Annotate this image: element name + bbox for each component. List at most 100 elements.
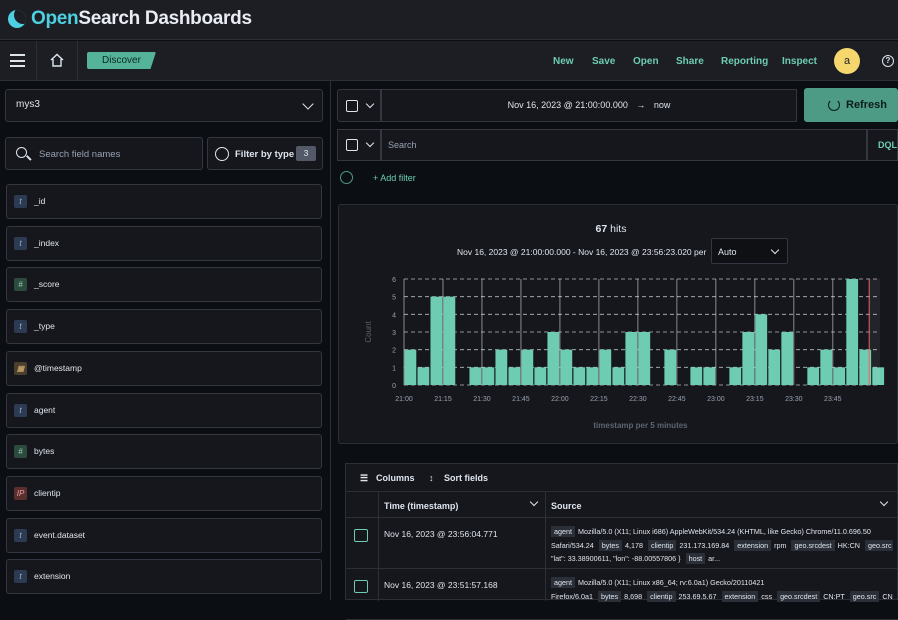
- source-field-value: 4,178: [624, 540, 643, 550]
- chevron-down-icon: [302, 98, 314, 110]
- bar[interactable]: [807, 367, 820, 385]
- date-start[interactable]: Nov 16, 2023 @ 21:00:00.000: [508, 100, 628, 110]
- field-item[interactable]: IP clientip: [6, 475, 322, 511]
- bar[interactable]: [417, 367, 430, 385]
- main-panel: Nov 16, 2023 @ 21:00:00.000 → now Refres…: [332, 81, 898, 620]
- date-type-icon: ▦: [14, 361, 27, 375]
- chevron-down-icon[interactable]: [879, 497, 889, 507]
- bar[interactable]: [664, 349, 677, 385]
- help-icon[interactable]: ?: [882, 55, 894, 67]
- string-type-icon: t: [14, 570, 27, 584]
- string-type-icon: t: [14, 528, 27, 542]
- refresh-button[interactable]: Refresh: [804, 88, 898, 122]
- filter-count-badge: 3: [296, 146, 316, 161]
- bar[interactable]: [534, 367, 547, 385]
- share-button[interactable]: Share: [676, 56, 704, 67]
- bar[interactable]: [547, 332, 560, 385]
- bar[interactable]: [703, 367, 716, 385]
- column-header-time[interactable]: Time (timestamp): [384, 501, 458, 511]
- source-field-key: agent: [551, 577, 575, 588]
- bar[interactable]: [729, 367, 742, 385]
- field-name: _type: [34, 321, 55, 332]
- field-item[interactable]: t _index: [6, 225, 322, 261]
- field-name: extension: [34, 571, 71, 582]
- bar[interactable]: [443, 296, 456, 385]
- date-quick-menu[interactable]: [337, 89, 381, 122]
- bar[interactable]: [482, 367, 495, 385]
- filter-icon: [215, 147, 229, 161]
- interval-select[interactable]: Auto: [711, 238, 788, 264]
- arrow-right-icon: →: [636, 100, 646, 110]
- bar[interactable]: [612, 367, 625, 385]
- filter-by-type-button[interactable]: Filter by type 3: [207, 137, 323, 170]
- bar[interactable]: [833, 367, 846, 385]
- menu-icon[interactable]: [10, 54, 25, 67]
- field-item[interactable]: # bytes: [6, 434, 322, 470]
- source-field-value: 253.69.5.67: [678, 591, 717, 601]
- bar[interactable]: [521, 349, 534, 385]
- open-button[interactable]: Open: [633, 56, 659, 67]
- x-tick-label: 22:00: [551, 396, 569, 403]
- saved-query-menu[interactable]: [337, 129, 381, 161]
- filter-options-icon[interactable]: [340, 171, 353, 184]
- bar[interactable]: [404, 349, 417, 385]
- field-item[interactable]: t _type: [6, 309, 322, 345]
- save-button[interactable]: Save: [592, 56, 615, 67]
- bar[interactable]: [755, 314, 768, 385]
- source-field-value: rpm: [774, 540, 787, 550]
- breadcrumb-discover[interactable]: Discover: [87, 52, 156, 69]
- x-tick-label: 21:00: [395, 396, 413, 403]
- field-search-input[interactable]: Search field names: [5, 137, 203, 170]
- field-item[interactable]: t event.dataset: [6, 517, 322, 553]
- bar[interactable]: [430, 296, 443, 385]
- date-end[interactable]: now: [654, 100, 671, 110]
- bar[interactable]: [820, 349, 833, 385]
- bar[interactable]: [469, 367, 482, 385]
- field-item[interactable]: ▦ @timestamp: [6, 350, 322, 386]
- home-icon[interactable]: [50, 53, 64, 67]
- opensearch-logo[interactable]: OpenSearch Dashboards: [8, 8, 252, 30]
- expand-document-icon[interactable]: [354, 580, 368, 593]
- sort-fields-button[interactable]: Sort fields: [444, 473, 488, 483]
- bar[interactable]: [690, 367, 703, 385]
- field-item[interactable]: # _score: [6, 267, 322, 303]
- index-pattern-select[interactable]: mys3: [5, 89, 323, 122]
- nav-bar: Discover New Save Open Share Reporting I…: [0, 41, 898, 81]
- expand-document-icon[interactable]: [354, 529, 368, 542]
- field-item[interactable]: t agent: [6, 392, 322, 428]
- source-field-key: host: [685, 553, 706, 565]
- field-item[interactable]: t extension: [6, 559, 322, 595]
- new-button[interactable]: New: [553, 56, 574, 67]
- bar[interactable]: [638, 332, 651, 385]
- bar[interactable]: [508, 367, 521, 385]
- add-filter-button[interactable]: + Add filter: [373, 173, 416, 183]
- bar[interactable]: [573, 367, 586, 385]
- table-row: Nov 16, 2023 @ 23:56:04.771 agent Mozilla/…: [346, 519, 898, 569]
- column-header-source[interactable]: Source: [551, 501, 582, 511]
- y-tick-label: 2: [392, 348, 396, 355]
- histogram-chart[interactable]: 0 1 2 3 4 5 6 21:00 21:15 21:30 21:45 22:00 22:15 22:…: [359, 265, 889, 445]
- bar[interactable]: [768, 349, 781, 385]
- date-range-picker[interactable]: Nov 16, 2023 @ 21:00:00.000 → now: [381, 89, 797, 122]
- field-name: _score: [34, 279, 60, 290]
- chevron-down-icon[interactable]: [529, 497, 539, 507]
- bar[interactable]: [586, 367, 599, 385]
- source-field-value: css: [761, 591, 773, 601]
- bar[interactable]: [781, 332, 794, 385]
- bar[interactable]: [742, 332, 755, 385]
- bar[interactable]: [560, 349, 573, 385]
- reporting-button[interactable]: Reporting: [721, 56, 768, 67]
- bar[interactable]: [625, 332, 638, 385]
- user-avatar[interactable]: a: [834, 48, 860, 74]
- field-item[interactable]: t _id: [6, 184, 322, 219]
- search-input[interactable]: Search: [381, 129, 867, 161]
- bar[interactable]: [599, 349, 612, 385]
- bar[interactable]: [495, 349, 508, 385]
- columns-button[interactable]: Columns: [376, 473, 415, 483]
- query-language-toggle[interactable]: DQL: [867, 129, 898, 161]
- table-header: Time (timestamp) Source: [346, 492, 898, 518]
- source-field-value: CN: [882, 591, 893, 601]
- string-type-icon: t: [14, 320, 27, 334]
- bar[interactable]: [846, 279, 859, 385]
- inspect-button[interactable]: Inspect: [782, 56, 817, 67]
